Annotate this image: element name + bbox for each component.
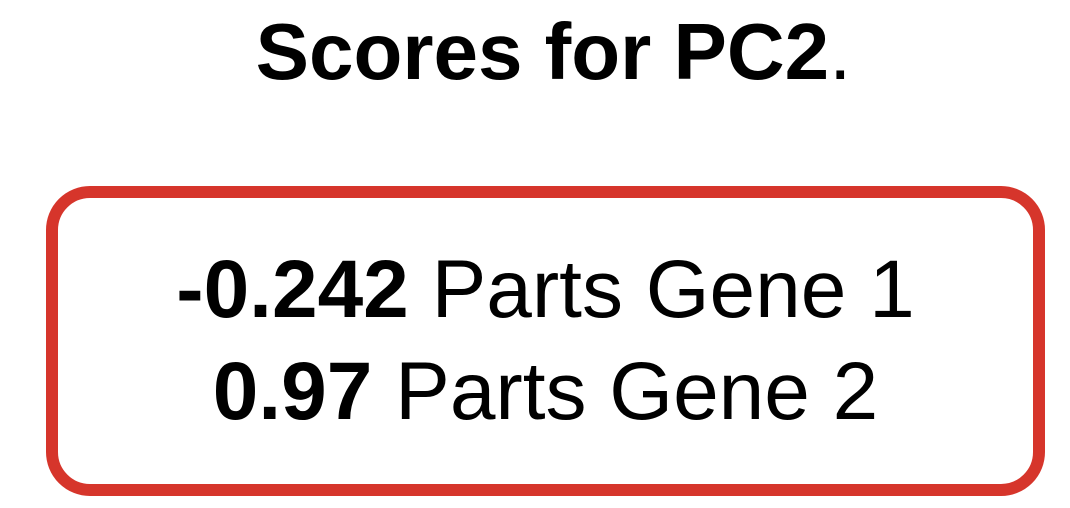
scores-box: -0.242 Parts Gene 1 0.97 Parts Gene 2 <box>46 186 1045 496</box>
score-line-gene-2: 0.97 Parts Gene 2 <box>213 341 879 443</box>
page-title: Scores for PC2. <box>0 6 1070 98</box>
score-line-gene-1: -0.242 Parts Gene 1 <box>176 239 914 341</box>
score-label: Parts Gene 2 <box>395 346 879 437</box>
score-value: 0.97 <box>212 346 373 437</box>
score-value: -0.242 <box>176 244 409 335</box>
title-period: . <box>829 7 852 96</box>
title-text: Scores for PC2 <box>255 7 830 96</box>
score-label: Parts Gene 1 <box>431 244 915 335</box>
